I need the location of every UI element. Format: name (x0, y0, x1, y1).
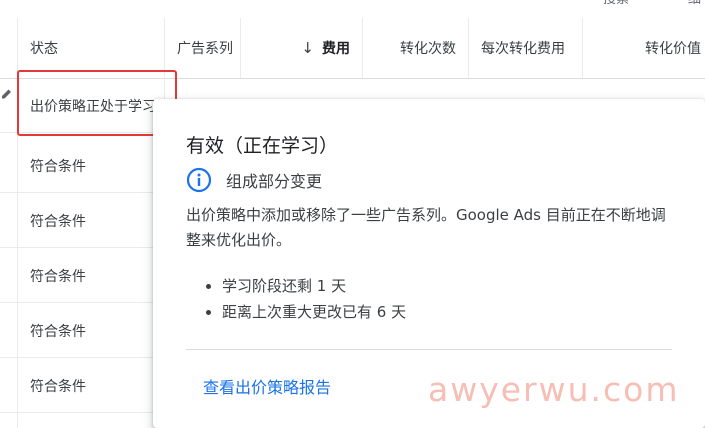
status-cell: 符合条件 (18, 358, 165, 413)
sort-down-arrow-icon: ↓ (301, 39, 314, 57)
column-header-label: 费用 (322, 41, 350, 57)
popup-bullet-list: 学习阶段还剩 1 天 距离上次重大更改已有 6 天 (186, 273, 406, 325)
column-header-cost[interactable]: ↓ 费用 (241, 18, 363, 78)
column-header-campaign[interactable]: 广告系列 (165, 18, 241, 78)
popup-description: 出价策略中添加或移除了一些广告系列。Google Ads 目前正在不断地调整来优… (186, 206, 666, 249)
divider (186, 349, 672, 350)
top-strip: 搜索 细 (0, 0, 705, 18)
column-header-cost-per-conversion[interactable]: 每次转化费用 (469, 18, 583, 78)
list-item: 学习阶段还剩 1 天 (222, 273, 406, 299)
column-header-label: 每次转化费用 (481, 41, 565, 57)
info-label: 组成部分变更 (226, 172, 323, 191)
popup-title: 有效（正在学习） (186, 135, 339, 157)
column-header-status[interactable]: 状态 (18, 18, 165, 78)
column-header-label: 转化价值 (645, 41, 701, 57)
list-item: 距离上次重大更改已有 6 天 (222, 299, 406, 325)
column-header-label: 广告系列 (177, 41, 233, 57)
column-header-conversions[interactable]: 转化次数 (363, 18, 469, 78)
detail-label-clipped[interactable]: 细 (688, 0, 701, 7)
status-cell: 符合条件 (18, 138, 165, 193)
watermark-logo: awyerwu.com (428, 370, 680, 409)
view-bid-strategy-report-link[interactable]: 查看出价策略报告 (203, 374, 331, 398)
info-row: 组成部分变更 (186, 167, 322, 193)
info-icon (186, 167, 212, 193)
status-cell: 符合条件 (18, 248, 165, 303)
column-header-label: 状态 (30, 41, 58, 57)
column-header-conversion-value[interactable]: 转化价值 (583, 18, 705, 78)
column-header-label: 转化次数 (400, 41, 456, 57)
status-cell: 符合条件 (18, 303, 165, 358)
search-label-clipped[interactable]: 搜索 (603, 0, 629, 7)
edit-pencil-icon[interactable] (0, 84, 12, 104)
status-cell: 符合条件 (18, 193, 165, 248)
